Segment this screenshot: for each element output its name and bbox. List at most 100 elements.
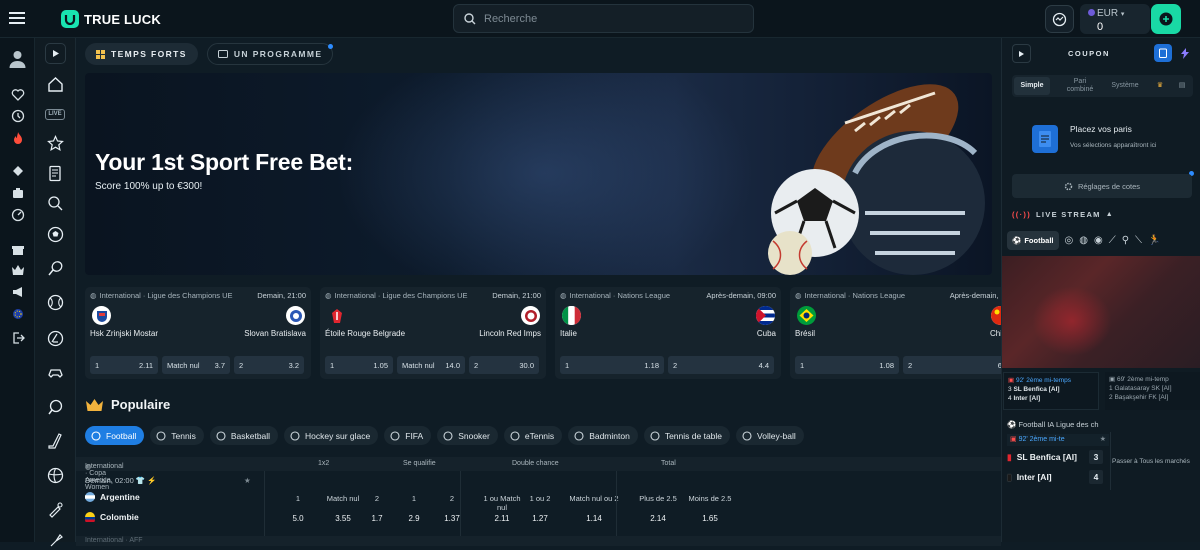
history-icon[interactable] — [11, 109, 25, 123]
hockey-icon[interactable]: ◍ — [1079, 235, 1088, 246]
betslip-icon[interactable] — [47, 165, 64, 182]
odd-home-button[interactable]: 1 1.08 — [795, 356, 899, 374]
odd-value-button[interactable]: 1.7 — [365, 514, 389, 523]
odd-away-button[interactable]: 2 4.4 — [668, 356, 774, 374]
match-card[interactable]: ◍ International · Nations League Après-d… — [555, 287, 781, 379]
fire-icon[interactable] — [11, 131, 25, 145]
table-tennis-icon[interactable] — [47, 399, 64, 416]
sidebar-toggle-button[interactable] — [45, 43, 66, 64]
score: 3 — [1008, 386, 1012, 393]
cricket-icon[interactable] — [47, 501, 64, 518]
promo-banner[interactable]: Your 1st Sport Free Bet: Score 100% up t… — [85, 73, 992, 275]
live-icon[interactable]: LIVE — [45, 109, 65, 120]
sport-chip-tennis[interactable]: Tennis — [150, 426, 204, 445]
gift-icon[interactable] — [11, 242, 25, 256]
trash-icon[interactable]: ▤ — [1174, 77, 1190, 95]
badminton-icon[interactable]: ⟋ — [1109, 235, 1116, 246]
match-card[interactable]: ◍ International · Ligue des Champions UE… — [320, 287, 546, 379]
search-input[interactable] — [484, 12, 734, 25]
chip-label: Badminton — [589, 430, 630, 441]
odd-value-button[interactable]: 5.0 — [283, 514, 313, 523]
odd-value-button[interactable]: 2.14 — [636, 514, 680, 523]
live-stream-header[interactable]: ((·)) LIVE STREAM ▲ — [1012, 210, 1114, 219]
tab-simple[interactable]: Simple — [1014, 77, 1050, 95]
star-icon[interactable] — [47, 135, 64, 152]
ice-hockey-icon[interactable] — [47, 330, 64, 347]
tab-pari-combine[interactable]: Pari combiné — [1060, 77, 1100, 95]
sport-chip-badminton[interactable]: Badminton — [568, 426, 638, 445]
odd-home-button[interactable]: 1 1.18 — [560, 356, 664, 374]
tab-temps-forts[interactable]: TEMPS FORTS — [85, 43, 198, 65]
tennis-icon[interactable]: ⚲ — [1122, 235, 1129, 246]
basketball-icon[interactable]: ◎ — [1065, 235, 1074, 246]
basketball-icon[interactable] — [47, 294, 64, 311]
video-stream[interactable] — [1002, 256, 1200, 368]
menu-icon[interactable] — [9, 11, 25, 25]
sport-chip-snooker[interactable]: Snooker — [437, 426, 498, 445]
casino-icon[interactable] — [11, 186, 25, 200]
crown-icon[interactable] — [11, 263, 25, 277]
clipboard-button[interactable] — [1154, 44, 1172, 62]
odd-away-button[interactable]: 2 3.2 — [234, 356, 304, 374]
table-row[interactable]: Demain, 02:00 👕 ⚡ ★ Argentine Colombie 1… — [76, 471, 1001, 543]
speed-icon[interactable] — [11, 208, 25, 222]
cricket-icon[interactable]: ⟍ — [1135, 235, 1142, 246]
soccer-ball-icon[interactable] — [47, 226, 64, 243]
match-card[interactable]: ◍ International · Nations League Après-d… — [790, 287, 1001, 379]
sport-chip-volley-ball[interactable]: Volley-ball — [736, 426, 804, 445]
odd-value-button[interactable]: 1.27 — [528, 514, 552, 523]
ia-match[interactable]: ⚽ Football IA Ligue des ch ▣ 92' 2ème mi… — [1002, 416, 1200, 491]
avatar[interactable] — [8, 49, 27, 68]
home-icon[interactable] — [47, 76, 64, 93]
wallet-selector[interactable]: EUR ▾ 0 — [1080, 4, 1150, 34]
sport-chip-basketball[interactable]: Basketball — [209, 426, 279, 445]
runner-icon[interactable]: 🏃 — [1148, 235, 1160, 246]
logout-icon[interactable] — [11, 331, 25, 345]
next-league-row[interactable]: International · AFF — [76, 536, 1001, 546]
odd-away-button[interactable]: 2 30.0 — [469, 356, 539, 374]
odd-value-button[interactable]: 3.55 — [323, 514, 363, 523]
odds-settings-button[interactable]: Réglages de cotes — [1012, 174, 1192, 198]
odd-value: 1.18 — [644, 360, 659, 370]
sport-chip-tennis-de-table[interactable]: Tennis de table — [643, 426, 731, 445]
sport-chip-hockey-sur-glace[interactable]: Hockey sur glace — [284, 426, 379, 445]
chat-button[interactable] — [1045, 5, 1074, 33]
crown-icon[interactable]: ♛ — [1152, 77, 1168, 95]
search-box[interactable] — [453, 4, 754, 33]
all-markets-link[interactable]: Passer à Tous les marchés — [1112, 458, 1190, 465]
odd-draw-button[interactable]: Match nul 14.0 — [397, 356, 465, 374]
sport-chip-etennis[interactable]: eTennis — [503, 426, 563, 445]
deposit-button[interactable] — [1151, 4, 1181, 34]
tab-un-programme[interactable]: UN PROGRAMME — [206, 43, 334, 65]
poker-chip-icon[interactable] — [11, 165, 25, 179]
volleyball-icon[interactable]: ◉ — [1094, 235, 1103, 246]
match-card[interactable]: ◍ International · Ligue des Champions UE… — [85, 287, 311, 379]
star-icon[interactable]: ★ — [244, 476, 251, 485]
hockey-stick-icon[interactable] — [47, 433, 64, 450]
odd-home-button[interactable]: 1 1.05 — [325, 356, 393, 374]
tab-football[interactable]: ⚽ Football — [1007, 231, 1059, 250]
stream-card[interactable]: ▣ 92' 2ème mi-temps 3 SL Benfica [AI] 4 … — [1003, 372, 1099, 410]
odd-value-button[interactable]: 1.14 — [566, 514, 622, 523]
heart-icon[interactable] — [11, 88, 25, 102]
odd-draw-button[interactable]: Match nul 3.7 — [162, 356, 230, 374]
logo[interactable]: TRUE LUCK — [61, 10, 161, 28]
sport-chip-football[interactable]: Football — [85, 426, 145, 445]
odd-value-button[interactable]: 2.9 — [402, 514, 426, 523]
lightning-button[interactable] — [1176, 44, 1194, 62]
tennis-racket-icon[interactable] — [47, 260, 64, 277]
collapse-coupon-button[interactable] — [1012, 44, 1031, 63]
megaphone-icon[interactable] — [11, 285, 25, 299]
star-icon[interactable]: ★ — [1100, 434, 1106, 446]
tab-systeme[interactable]: Système — [1104, 77, 1146, 95]
sport-chip-fifa[interactable]: FIFA — [384, 426, 432, 445]
volleyball-icon[interactable] — [47, 467, 64, 484]
flag-eu-icon[interactable] — [11, 307, 25, 321]
odd-home-button[interactable]: 1 2.11 — [90, 356, 158, 374]
stream-card[interactable]: ▣ 69' 2ème mi-temp 1 Galatasaray SK [AI]… — [1105, 372, 1200, 410]
odd-away-button[interactable]: 26. — [903, 356, 1001, 374]
search-sport-icon[interactable] — [47, 195, 64, 212]
odd-value-button[interactable]: 2.11 — [482, 514, 522, 523]
odd-value-button[interactable]: 1.65 — [688, 514, 732, 523]
gamepad-icon[interactable] — [47, 365, 64, 382]
